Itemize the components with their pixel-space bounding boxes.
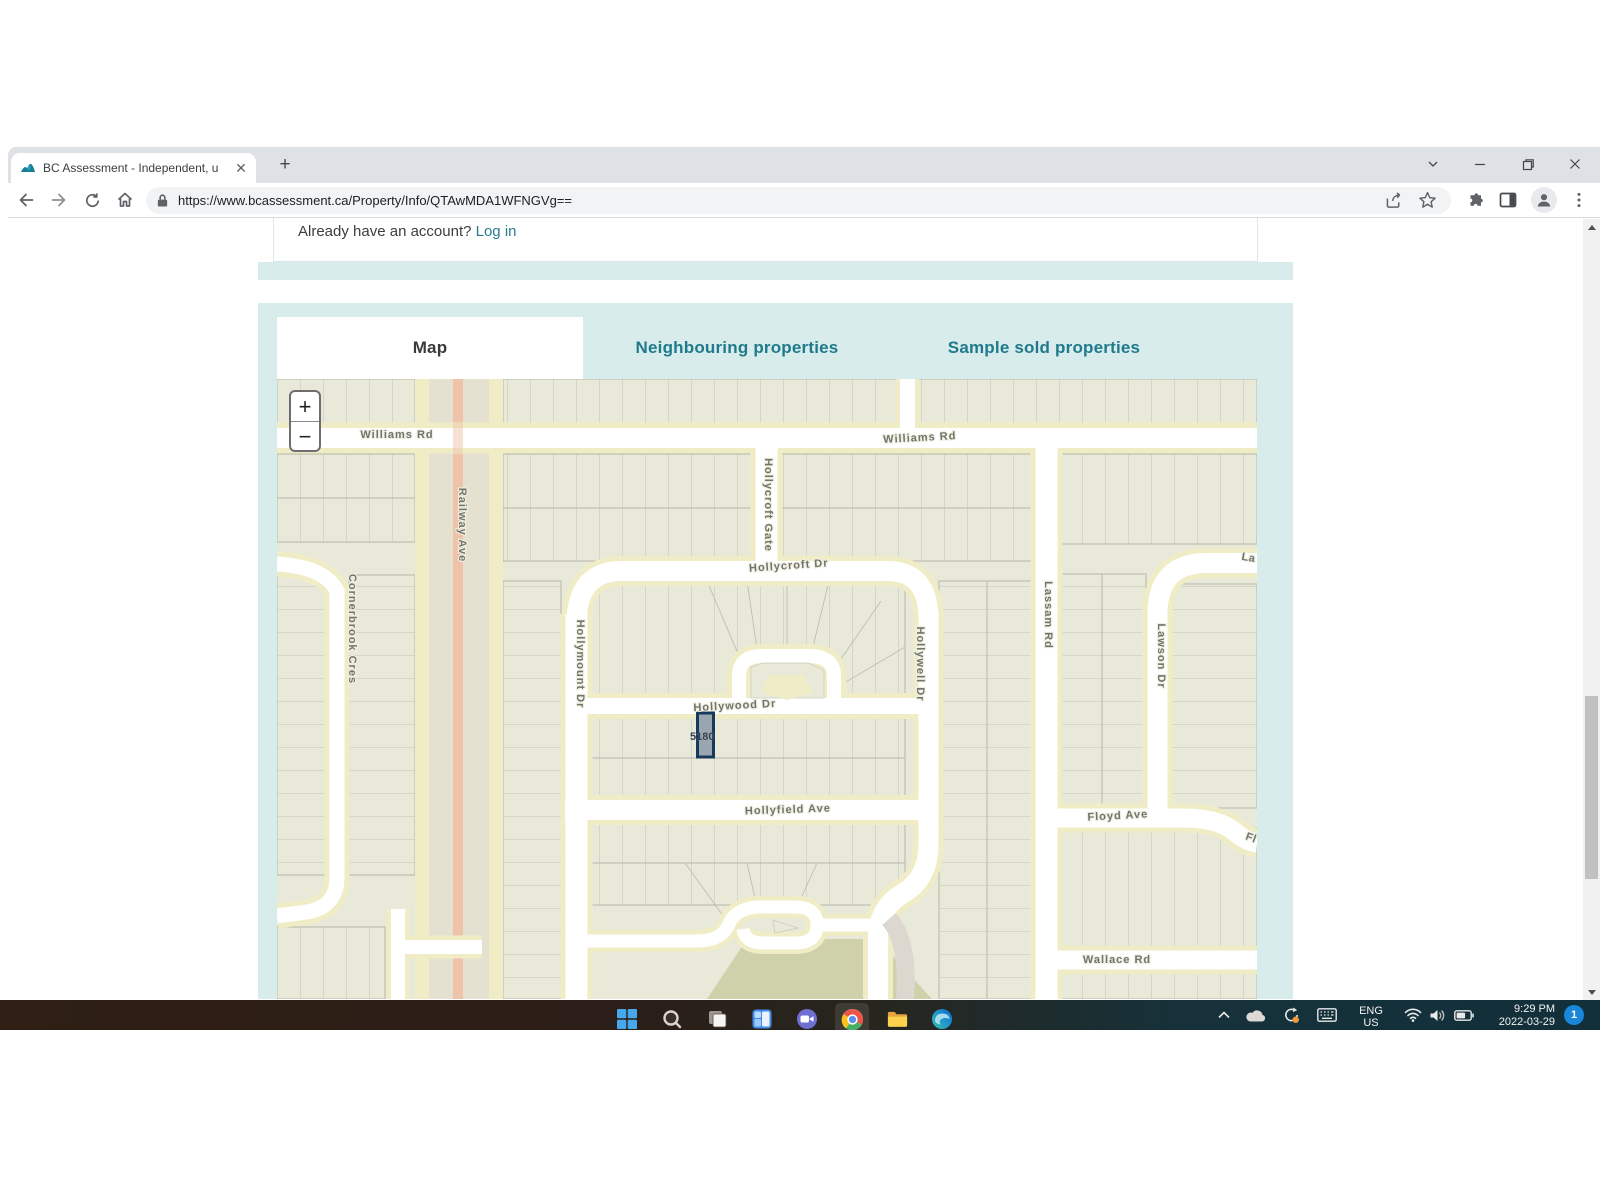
chat-icon[interactable] — [795, 1007, 819, 1030]
street-label: Wallace Rd — [1083, 954, 1151, 966]
volume-icon[interactable] — [1424, 1000, 1450, 1030]
task-view-icon[interactable] — [705, 1007, 729, 1030]
browser-tab[interactable]: BC Assessment - Independent, u ✕ — [11, 153, 256, 183]
edge-icon[interactable] — [930, 1007, 954, 1030]
map-canvas[interactable]: 5180 Williams RdWilliams RdRailway AveHo… — [277, 379, 1257, 999]
map-zoom-control: + − — [289, 390, 321, 452]
tab-title: BC Assessment - Independent, u — [43, 161, 226, 175]
windows-taskbar: ENG US 9:29 PM 2022-03-29 1 — [0, 1000, 1600, 1030]
sync-icon[interactable] — [1277, 1000, 1305, 1030]
language-code: ENG — [1359, 1005, 1383, 1017]
wifi-icon[interactable] — [1400, 1000, 1426, 1030]
page-content: Already have an account? Log in Map Neig… — [8, 218, 1600, 999]
screenshot-stage: BC Assessment - Independent, u ✕ + — [0, 0, 1600, 1200]
forward-button[interactable] — [44, 185, 74, 215]
street-label: Williams Rd — [360, 429, 433, 441]
browser-window: BC Assessment - Independent, u ✕ + — [8, 147, 1600, 1000]
profile-avatar[interactable] — [1531, 187, 1557, 213]
property-map[interactable]: + − — [277, 379, 1257, 999]
hidden-icons-chevron[interactable] — [1212, 1000, 1236, 1030]
street-label: Lawson Dr — [1155, 623, 1167, 688]
chrome-icon[interactable] — [840, 1007, 864, 1030]
tab-close-icon[interactable]: ✕ — [233, 160, 249, 176]
account-prompt-card: Already have an account? Log in — [273, 218, 1258, 262]
start-button[interactable] — [615, 1007, 639, 1030]
property-tabs: Map Neighbouring properties Sample sold … — [277, 317, 1197, 379]
window-maximize-button[interactable] — [1505, 147, 1551, 181]
side-panel-icon[interactable] — [1498, 190, 1518, 210]
teal-divider-band — [258, 262, 1293, 280]
street-label: Lassam Rd — [1042, 581, 1054, 649]
account-prompt-text: Already have an account? — [298, 223, 471, 240]
browser-tabstrip: BC Assessment - Independent, u ✕ + — [8, 147, 1600, 183]
home-button[interactable] — [110, 185, 140, 215]
extensions-puzzle-icon[interactable] — [1465, 190, 1485, 210]
window-close-button[interactable] — [1552, 147, 1598, 181]
taskbar-clock[interactable]: 9:29 PM 2022-03-29 — [1480, 1000, 1555, 1030]
notification-badge[interactable]: 1 — [1564, 1005, 1584, 1025]
zoom-out-button[interactable]: − — [291, 422, 319, 451]
reload-button[interactable] — [77, 185, 107, 215]
language-indicator[interactable]: ENG US — [1352, 1000, 1390, 1030]
battery-icon[interactable] — [1450, 1000, 1478, 1030]
street-label: Railway Ave — [456, 488, 468, 562]
share-icon[interactable] — [1385, 192, 1404, 209]
address-bar[interactable]: https://www.bcassessment.ca/Property/Inf… — [146, 187, 1451, 214]
scrollbar-thumb[interactable] — [1585, 696, 1598, 879]
clock-date: 2022-03-29 — [1499, 1016, 1555, 1029]
street-label: Cornerbrook Cres — [346, 574, 358, 684]
window-minimize-button[interactable] — [1457, 147, 1503, 181]
menu-dots-icon[interactable] — [1570, 191, 1588, 209]
widgets-icon[interactable] — [750, 1007, 774, 1030]
onedrive-icon[interactable] — [1242, 1000, 1270, 1030]
file-explorer-icon[interactable] — [885, 1007, 909, 1030]
street-label: La — [1241, 551, 1257, 565]
toolbar-right-buttons — [1459, 187, 1600, 213]
https-lock-icon — [156, 193, 169, 208]
property-tabs-section: Map Neighbouring properties Sample sold … — [258, 303, 1293, 999]
zoom-in-button[interactable]: + — [291, 392, 319, 421]
street-label: Hollycroft Gate — [762, 458, 774, 552]
page-scrollbar — [1583, 219, 1600, 1000]
tab-neighbouring-properties[interactable]: Neighbouring properties — [583, 317, 891, 379]
scrollbar-down-arrow[interactable] — [1583, 984, 1600, 1000]
clock-time: 9:29 PM — [1514, 1003, 1555, 1016]
bookmark-star-icon[interactable] — [1418, 191, 1437, 209]
tab-sample-sold-properties[interactable]: Sample sold properties — [891, 317, 1197, 379]
bc-assessment-favicon — [20, 160, 36, 176]
street-label: Hollymount Dr — [574, 620, 586, 709]
url-text: https://www.bcassessment.ca/Property/Inf… — [178, 193, 1376, 208]
search-icon[interactable] — [660, 1007, 684, 1030]
tab-search-chevron-icon[interactable] — [1410, 147, 1456, 181]
login-link[interactable]: Log in — [476, 223, 517, 240]
back-button[interactable] — [11, 185, 41, 215]
parcel-number-label: 5180 — [690, 731, 714, 743]
browser-toolbar: https://www.bcassessment.ca/Property/Inf… — [8, 183, 1600, 218]
taskbar-app-icons — [615, 1007, 954, 1030]
scrollbar-up-arrow[interactable] — [1583, 219, 1600, 235]
new-tab-button[interactable]: + — [272, 152, 298, 178]
street-label: Hollywell Dr — [914, 627, 926, 702]
railway-corridor — [415, 379, 503, 999]
touch-keyboard-icon[interactable] — [1312, 1000, 1342, 1030]
tab-map[interactable]: Map — [277, 317, 583, 379]
region-code: US — [1363, 1017, 1378, 1029]
railway-crossing — [453, 423, 463, 453]
